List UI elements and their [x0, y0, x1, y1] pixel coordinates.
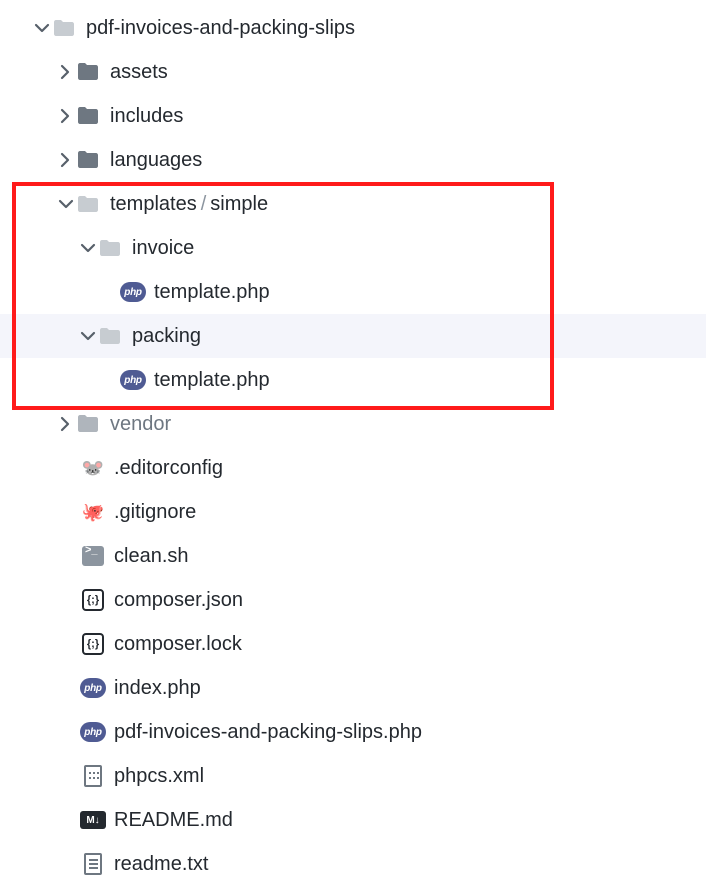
shell-icon [80, 546, 106, 566]
chevron-down-icon[interactable] [56, 196, 76, 212]
folder-label: packing [132, 325, 201, 348]
chevron-right-icon[interactable] [56, 64, 76, 80]
folder-open-icon [98, 236, 124, 260]
file-label: composer.json [114, 589, 243, 612]
tree-row-root[interactable]: pdf-invoices-and-packing-slips [0, 6, 706, 50]
folder-label: assets [110, 61, 168, 84]
json-icon: {;} [80, 633, 106, 655]
tree-row-packing-template[interactable]: php template.php [0, 358, 706, 402]
tree-row-assets[interactable]: assets [0, 50, 706, 94]
file-label: .gitignore [114, 501, 196, 524]
folder-open-icon [52, 16, 78, 40]
xml-file-icon [80, 765, 106, 787]
file-label: README.md [114, 809, 233, 832]
tree-row-composer-lock[interactable]: {;} composer.lock [0, 622, 706, 666]
chevron-down-icon[interactable] [78, 328, 98, 344]
file-label: template.php [154, 281, 270, 304]
tree-row-cleansh[interactable]: clean.sh [0, 534, 706, 578]
tree-row-phpcs-xml[interactable]: phpcs.xml [0, 754, 706, 798]
git-icon: 🐙 [80, 501, 106, 523]
tree-row-index-php[interactable]: php index.php [0, 666, 706, 710]
folder-label: simple [210, 193, 268, 216]
editorconfig-icon: 🐭 [80, 457, 106, 479]
folder-label: invoice [132, 237, 194, 260]
tree-row-vendor[interactable]: vendor [0, 402, 706, 446]
folder-icon [76, 60, 102, 84]
text-file-icon [80, 853, 106, 875]
file-tree: pdf-invoices-and-packing-slips assets in… [0, 0, 706, 894]
folder-icon [76, 104, 102, 128]
tree-row-languages[interactable]: languages [0, 138, 706, 182]
json-icon: {;} [80, 589, 106, 611]
file-label: template.php [154, 369, 270, 392]
php-icon: php [80, 678, 106, 698]
markdown-icon: M↓ [80, 811, 106, 829]
chevron-right-icon[interactable] [56, 108, 76, 124]
chevron-down-icon[interactable] [78, 240, 98, 256]
folder-label: templates [110, 193, 197, 216]
tree-row-gitignore[interactable]: 🐙 .gitignore [0, 490, 706, 534]
file-label: composer.lock [114, 633, 242, 656]
php-icon: php [80, 722, 106, 742]
tree-row-templates-simple[interactable]: templates / simple [0, 182, 706, 226]
tree-row-editorconfig[interactable]: 🐭 .editorconfig [0, 446, 706, 490]
folder-label: languages [110, 149, 202, 172]
tree-row-invoice-template[interactable]: php template.php [0, 270, 706, 314]
file-label: index.php [114, 677, 201, 700]
file-label: clean.sh [114, 545, 189, 568]
folder-icon [76, 148, 102, 172]
folder-label: includes [110, 105, 183, 128]
file-label: pdf-invoices-and-packing-slips.php [114, 721, 422, 744]
chevron-right-icon[interactable] [56, 152, 76, 168]
tree-row-invoice[interactable]: invoice [0, 226, 706, 270]
tree-row-readme-txt[interactable]: readme.txt [0, 842, 706, 886]
file-label: .editorconfig [114, 457, 223, 480]
file-label: readme.txt [114, 853, 208, 876]
chevron-down-icon[interactable] [32, 20, 52, 36]
tree-row-includes[interactable]: includes [0, 94, 706, 138]
chevron-right-icon[interactable] [56, 416, 76, 432]
folder-open-icon [98, 324, 124, 348]
tree-row-packing[interactable]: packing [0, 314, 706, 358]
folder-label: vendor [110, 413, 171, 436]
path-separator: / [197, 193, 211, 216]
php-icon: php [120, 370, 146, 390]
folder-label: pdf-invoices-and-packing-slips [86, 17, 355, 40]
file-label: phpcs.xml [114, 765, 204, 788]
folder-open-icon [76, 192, 102, 216]
tree-row-readme-md[interactable]: M↓ README.md [0, 798, 706, 842]
php-icon: php [120, 282, 146, 302]
tree-row-composer-json[interactable]: {;} composer.json [0, 578, 706, 622]
tree-row-main-php[interactable]: php pdf-invoices-and-packing-slips.php [0, 710, 706, 754]
folder-icon [76, 412, 102, 436]
